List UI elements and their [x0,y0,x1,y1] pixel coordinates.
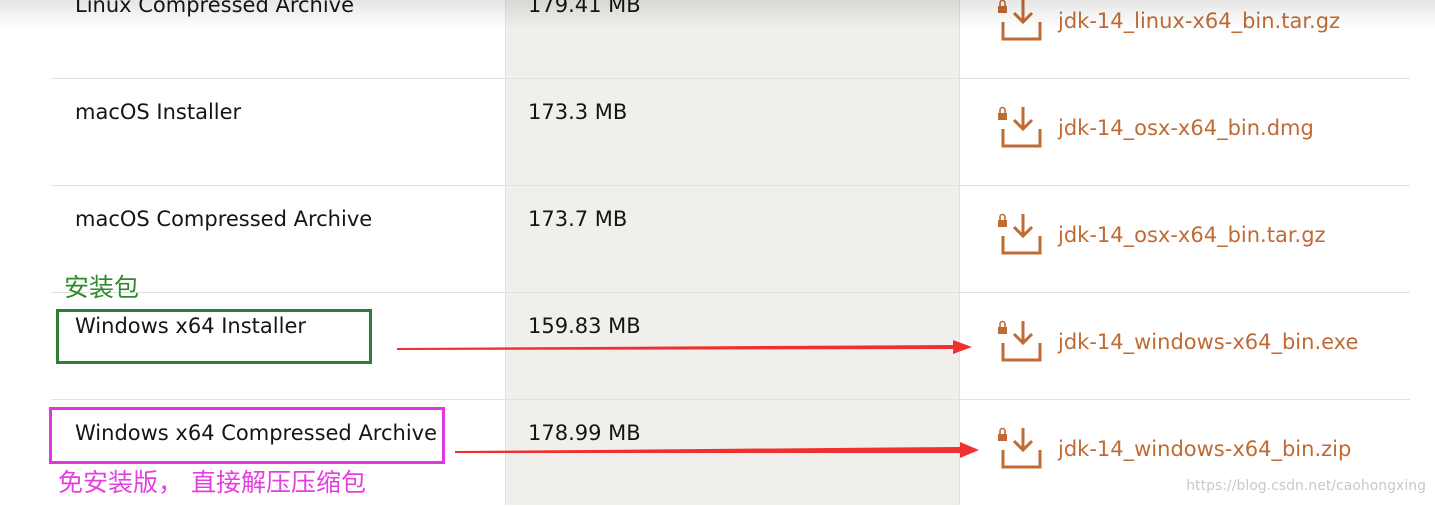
download-filename: jdk-14_linux-x64_bin.tar.gz [1058,9,1341,33]
download-link[interactable]: jdk-14_osx-x64_bin.tar.gz [997,211,1326,259]
download-filename: jdk-14_windows-x64_bin.zip [1058,437,1352,461]
file-size: 173.3 MB [528,100,628,124]
download-link[interactable]: jdk-14_linux-x64_bin.tar.gz [997,0,1340,45]
download-link[interactable]: jdk-14_osx-x64_bin.dmg [997,104,1314,152]
download-lock-icon [998,427,1042,469]
download-link[interactable]: jdk-14_windows-x64_bin.zip [997,425,1351,473]
file-size: 179.41 MB [528,0,641,17]
download-filename: jdk-14_windows-x64_bin.exe [1058,330,1359,354]
file-size: 159.83 MB [528,314,641,338]
download-lock-icon [998,213,1042,255]
download-filename: jdk-14_osx-x64_bin.dmg [1058,116,1314,140]
archive-highlight-box [49,407,445,464]
product-name: Linux Compressed Archive [75,0,355,17]
file-size: 178.99 MB [528,421,641,445]
download-lock-icon [998,320,1042,362]
table-row: macOS Installer 173.3 MB jdk-14_osx-x64_… [51,78,1410,186]
product-name: macOS Installer [75,100,242,124]
download-lock-icon [998,0,1042,41]
table-row: Linux Compressed Archive 179.41 MB jdk-1… [51,0,1410,79]
download-filename: jdk-14_osx-x64_bin.tar.gz [1058,223,1326,247]
file-size: 173.7 MB [528,207,628,231]
download-link[interactable]: jdk-14_windows-x64_bin.exe [997,318,1358,366]
watermark: https://blog.csdn.net/caohongxing [1186,478,1426,494]
download-lock-icon [998,106,1042,148]
product-name: macOS Compressed Archive [75,207,373,231]
table-row: macOS Compressed Archive 173.7 MB jdk-14… [51,185,1410,293]
installer-highlight-box [56,309,372,364]
archive-annotation: 免安装版， 直接解压压缩包 [58,468,366,497]
installer-annotation: 安装包 [64,273,140,302]
